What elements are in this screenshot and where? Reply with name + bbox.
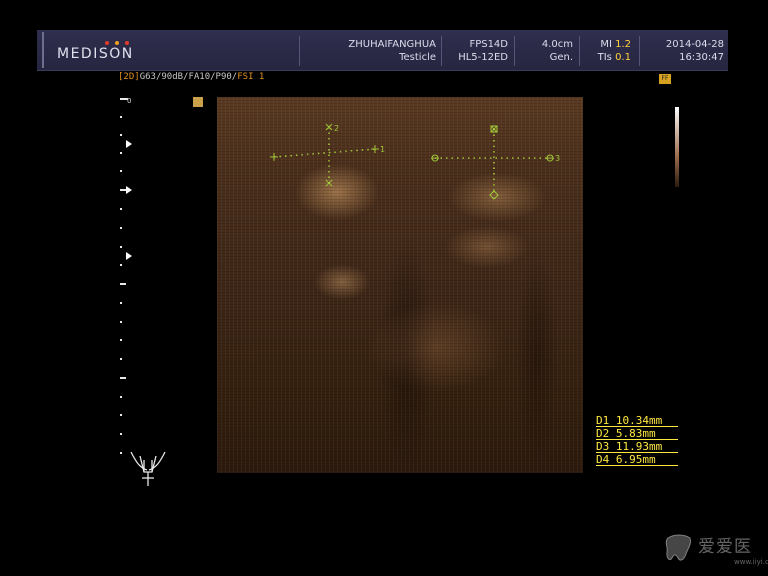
ruler-tick (120, 302, 122, 304)
ruler-tick (120, 134, 122, 136)
caliper-label-1: 1 (380, 145, 385, 154)
fsi-label: FSI 1 (237, 72, 265, 82)
caliper-circle-icon[interactable] (431, 154, 439, 162)
preset-name: FPS14D (469, 39, 508, 50)
mode-label: [2D] (118, 72, 140, 82)
institution-name: ZHUHAIFANGHUA (348, 39, 436, 50)
header-separator (299, 36, 300, 66)
caliper-x-icon[interactable] (325, 123, 333, 131)
header-accent-bar (42, 32, 44, 68)
ultrasound-image[interactable]: 2 1 3 (217, 97, 583, 473)
header-separator (441, 36, 442, 66)
linear-probe-icon (128, 448, 168, 488)
date: 2014-04-28 (665, 39, 724, 50)
caliper-cross-icon[interactable] (371, 145, 379, 153)
watermark-url: www.iiyi.com (734, 558, 768, 566)
depth-value: 4.0cm (541, 39, 573, 50)
settings-text: G63/90dB/FA10/P90/ (139, 72, 238, 82)
caliper-x-icon[interactable] (325, 179, 333, 187)
header-indices: MI 1.2 TIs 0.1 (598, 38, 631, 64)
ruler-zero-label: 0 (127, 97, 132, 105)
caliper-label-2: 2 (334, 124, 339, 133)
focus-indicator-icon (193, 97, 203, 107)
caliper-overlay: 2 1 3 (270, 123, 560, 200)
ruler-tick (120, 170, 122, 172)
frequency-value: Gen. (549, 52, 573, 63)
mi-value: 1.2 (615, 39, 631, 50)
measurement-results: D1 10.34mm D2 5.83mm D3 11.93mm D4 6.95m… (596, 414, 678, 466)
grayscale-bar (675, 107, 679, 187)
caliper-label-3: 3 (555, 154, 560, 163)
header-bar: MEDISON ZHUHAIFANGHUA Testicle FPS14D HL… (37, 30, 728, 71)
ruler-tick (120, 208, 122, 210)
header-institution: ZHUHAIFANGHUA Testicle (348, 38, 436, 64)
measurement-divider (596, 439, 678, 440)
header-separator (514, 36, 515, 66)
measurement-divider (596, 465, 678, 466)
focus-marker (126, 186, 132, 194)
ruler-tick (120, 116, 122, 118)
measurement-divider (596, 426, 678, 427)
header-preset: FPS14D HL5-12ED (458, 38, 508, 64)
ruler-tick (120, 377, 126, 379)
application-name: Testicle (399, 52, 436, 63)
watermark: 爱爱医 www.iiyi.com (660, 528, 768, 572)
tis-label: TIs (597, 52, 612, 63)
focus-marker (126, 140, 132, 148)
ruler-tick (120, 358, 122, 360)
depth-ruler: 0 (116, 96, 136, 456)
caliper-square-icon[interactable] (490, 125, 498, 133)
ruler-tick (120, 321, 122, 323)
ruler-tick (120, 339, 122, 341)
caliper-diamond-icon[interactable] (489, 190, 499, 200)
tis-value: 0.1 (615, 52, 631, 63)
header-datetime: 2014-04-28 16:30:47 (666, 38, 724, 64)
ruler-tick (120, 433, 122, 435)
ruler-tick (120, 227, 122, 229)
ruler-tick (120, 283, 126, 285)
header-separator (579, 36, 580, 66)
probe-name: HL5-12ED (458, 52, 508, 63)
caliper-circle-icon[interactable] (546, 154, 554, 162)
ruler-tick (120, 264, 122, 266)
header-separator (639, 36, 640, 66)
ruler-tick (120, 152, 122, 154)
mi-label: MI (600, 39, 612, 50)
header-depth: 4.0cm Gen. (542, 38, 573, 64)
ruler-tick (120, 452, 122, 454)
ruler-tick (120, 414, 122, 416)
tooth-logo-icon (665, 534, 691, 561)
ruler-tick (120, 246, 122, 248)
watermark-text: 爱爱医 (698, 537, 752, 557)
ruler-tick (120, 396, 122, 398)
orientation-badge: FF (659, 74, 671, 84)
medison-logo: MEDISON (57, 46, 134, 62)
imaging-parameters: [2D]G63/90dB/FA10/P90/FSI 1 (118, 72, 264, 82)
time: 16:30:47 (679, 52, 724, 63)
focus-marker (126, 252, 132, 260)
caliper-cross-icon[interactable] (270, 153, 278, 161)
caliper-line-d1 (273, 148, 376, 158)
measurement-divider (596, 452, 678, 453)
